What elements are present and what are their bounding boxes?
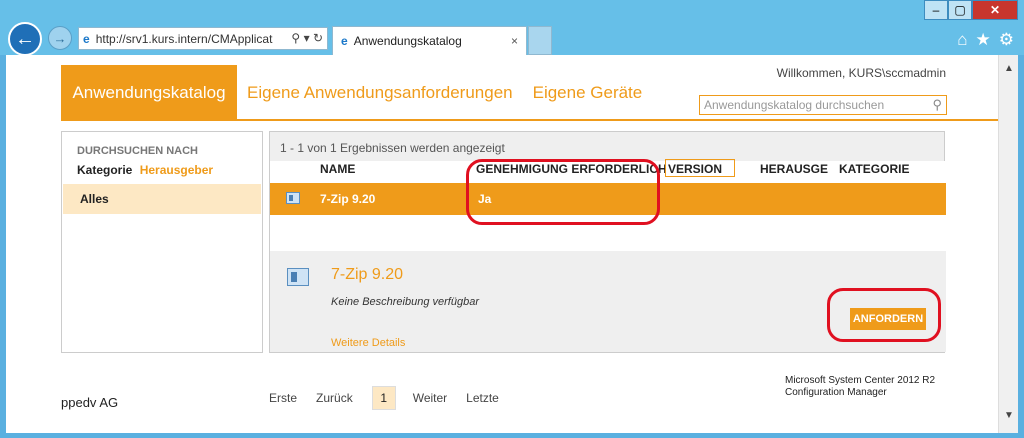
pager-current: 1	[371, 386, 396, 410]
close-window-button[interactable]: ✕	[972, 0, 1018, 20]
product-branding: Microsoft System Center 2012 R2 Configur…	[785, 375, 935, 399]
nav-eigene-anwendungsanforderungen[interactable]: Eigene Anwendungsanforderungen	[247, 65, 513, 120]
nav-eigene-geraete[interactable]: Eigene Geräte	[533, 65, 643, 120]
maximize-button[interactable]: ▢	[948, 0, 972, 20]
column-header-name[interactable]: NAME	[320, 162, 355, 176]
product-line-1: Microsoft System Center 2012 R2	[785, 375, 936, 386]
scroll-up-icon[interactable]: ▲	[1004, 63, 1014, 74]
more-details-link[interactable]: Weitere Details	[331, 337, 405, 349]
scroll-down-icon[interactable]: ▼	[1004, 410, 1014, 421]
filter-header: DURCHSUCHEN NACH	[77, 145, 198, 157]
new-tab-button[interactable]	[528, 26, 552, 55]
vertical-scrollbar[interactable]: ▲ ▼	[998, 55, 1018, 433]
minimize-button[interactable]: –	[924, 0, 948, 20]
tab-kategorie[interactable]: Kategorie	[77, 163, 132, 177]
tab-title: Anwendungskatalog	[353, 34, 462, 48]
pager-last[interactable]: Letzte	[466, 391, 499, 405]
detail-description: Keine Beschreibung verfügbar	[331, 296, 479, 308]
row-name: 7-Zip 9.20	[320, 192, 376, 206]
ie-logo-icon: e	[341, 34, 348, 48]
search-icon: ⚲	[291, 31, 301, 45]
browser-toolbar-icons: ⌂ ★ ⚙	[957, 30, 1014, 50]
column-header-category[interactable]: KATEGORIE	[839, 162, 909, 176]
tab-anwendungskatalog[interactable]: e Anwendungskatalog ×	[332, 26, 527, 55]
close-tab-icon[interactable]: ×	[511, 34, 518, 48]
filter-tabs: Kategorie Herausgeber	[77, 163, 213, 177]
tab-herausgeber[interactable]: Herausgeber	[140, 163, 213, 177]
column-header-publisher[interactable]: HERAUSGE	[760, 162, 828, 176]
pager-back[interactable]: Zurück	[316, 391, 353, 405]
arrow-left-icon: ←	[15, 27, 35, 50]
pager-first[interactable]: Erste	[269, 391, 297, 405]
refresh-icon: ↻	[312, 31, 323, 45]
page-content: Willkommen, KURS\sccmadmin Anwendungskat…	[6, 55, 998, 433]
address-url: http://srv1.kurs.intern/CMApplicat	[95, 31, 273, 46]
browser-chrome: – ▢ ✕ ← → e http://srv1.kurs.intern/CMAp…	[0, 0, 1024, 56]
application-icon	[287, 268, 309, 286]
detail-title: 7-Zip 9.20	[331, 266, 404, 283]
product-line-2: Configuration Manager	[785, 387, 887, 398]
pagination: Erste Zurück 1 Weiter Letzte	[269, 386, 518, 410]
column-header-version[interactable]: VERSION	[668, 162, 722, 176]
filter-panel: DURCHSUCHEN NACH Kategorie Herausgeber A…	[61, 131, 263, 353]
pager-next[interactable]: Weiter	[413, 391, 447, 405]
window-controls: – ▢ ✕	[924, 0, 1018, 20]
welcome-text: Willkommen, KURS\sccmadmin	[776, 66, 946, 80]
application-icon	[286, 192, 300, 204]
gear-icon[interactable]: ⚙	[999, 30, 1014, 50]
annotation-circle-request	[827, 288, 941, 342]
filter-item-alles[interactable]: Alles	[63, 184, 261, 214]
forward-button[interactable]: →	[48, 26, 72, 50]
back-button[interactable]: ←	[8, 22, 42, 56]
star-icon[interactable]: ★	[976, 30, 991, 50]
address-tools[interactable]: ⚲ ▾ ↻	[288, 31, 323, 45]
ie-logo-icon: e	[83, 31, 90, 46]
annotation-circle-approval	[466, 159, 660, 225]
nav-anwendungskatalog[interactable]: Anwendungskatalog	[61, 65, 237, 120]
organization-name: ppedv AG	[61, 395, 119, 410]
home-icon[interactable]: ⌂	[957, 30, 967, 50]
results-count: 1 - 1 von 1 Ergebnissen werden angezeigt	[280, 141, 505, 155]
address-bar[interactable]: e http://srv1.kurs.intern/CMApplicat ⚲ ▾…	[78, 27, 328, 50]
search-input[interactable]: Anwendungskatalog durchsuchen ⚲	[699, 95, 947, 115]
main-nav: Anwendungskatalog Eigene Anwendungsanfor…	[61, 65, 652, 120]
search-icon[interactable]: ⚲	[932, 97, 942, 113]
arrow-right-icon: →	[53, 30, 67, 46]
chevron-down-icon: ▾	[303, 31, 310, 45]
search-placeholder: Anwendungskatalog durchsuchen	[704, 98, 885, 112]
nav-divider	[61, 119, 998, 121]
